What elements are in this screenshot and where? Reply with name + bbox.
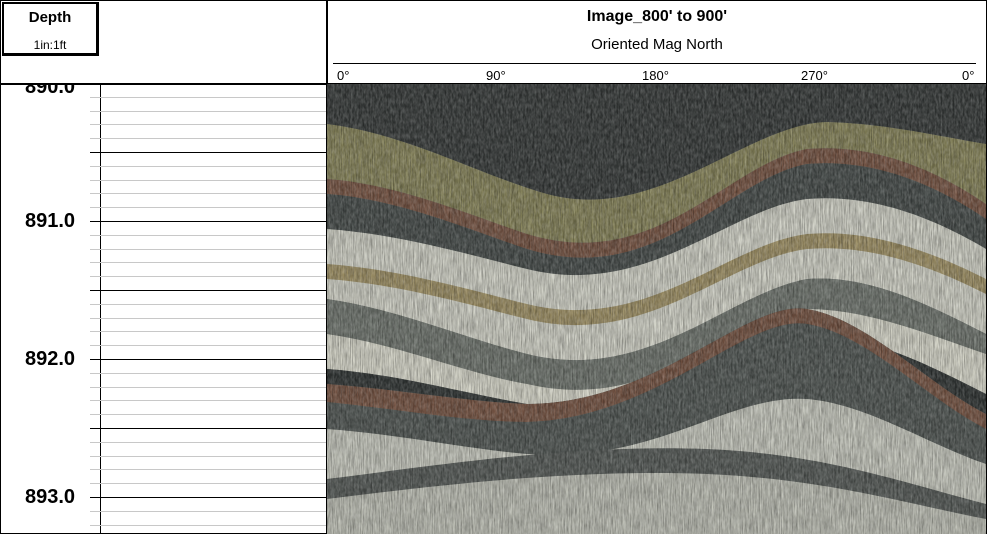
depth-minor-tick [90,111,326,112]
depth-header-title: Depth [28,9,72,26]
depth-label-890: 890.0 [24,84,76,98]
depth-minor-tick [90,387,326,388]
azimuth-label-180: 180° [642,68,669,83]
depth-minor-tick [90,276,326,277]
azimuth-label-270: 270° [801,68,828,83]
depth-minor-tick [90,304,326,305]
depth-minor-tick [90,166,326,167]
depth-minor-tick [90,124,326,125]
depth-minor-tick [90,193,326,194]
depth-minor-tick [90,235,326,236]
image-track-title: Image_800' to 900' [586,8,728,25]
depth-minor-tick [90,318,326,319]
depth-minor-tick [90,373,326,374]
depth-label-892: 892.0 [24,348,76,370]
depth-minor-tick [90,456,326,457]
depth-minor-tick [90,469,326,470]
depth-minor-tick [90,138,326,139]
depth-major-tick [90,221,326,222]
borehole-core-image[interactable] [327,84,986,534]
depth-label-893: 893.0 [24,486,76,508]
depth-minor-tick [90,249,326,250]
depth-minor-tick [90,400,326,401]
depth-major-tick [90,359,326,360]
image-track-subtitle: Oriented Mag North [591,36,723,53]
depth-track: 890.0 891.0 892.0 893.0 [0,84,326,534]
depth-label-891: 891.0 [24,210,76,232]
azimuth-label-360: 0° [962,68,975,83]
azimuth-label-0: 0° [337,68,350,83]
depth-minor-tick [90,345,326,346]
depth-half-tick [90,290,326,291]
depth-minor-tick [90,331,326,332]
depth-minor-tick [90,97,326,98]
depth-scale-label: 1in:1ft [33,38,67,52]
azimuth-label-90: 90° [486,68,506,83]
depth-half-tick [90,428,326,429]
azimuth-scale-line [333,63,976,64]
depth-header-box: Depth 1in:1ft [2,2,99,56]
depth-minor-tick [90,483,326,484]
depth-minor-tick [90,262,326,263]
depth-major-tick [90,497,326,498]
depth-minor-tick [90,180,326,181]
depth-half-tick [90,152,326,153]
depth-minor-tick [90,442,326,443]
depth-minor-tick [90,511,326,512]
depth-minor-tick [90,207,326,208]
depth-minor-tick [90,525,326,526]
depth-minor-tick [90,414,326,415]
